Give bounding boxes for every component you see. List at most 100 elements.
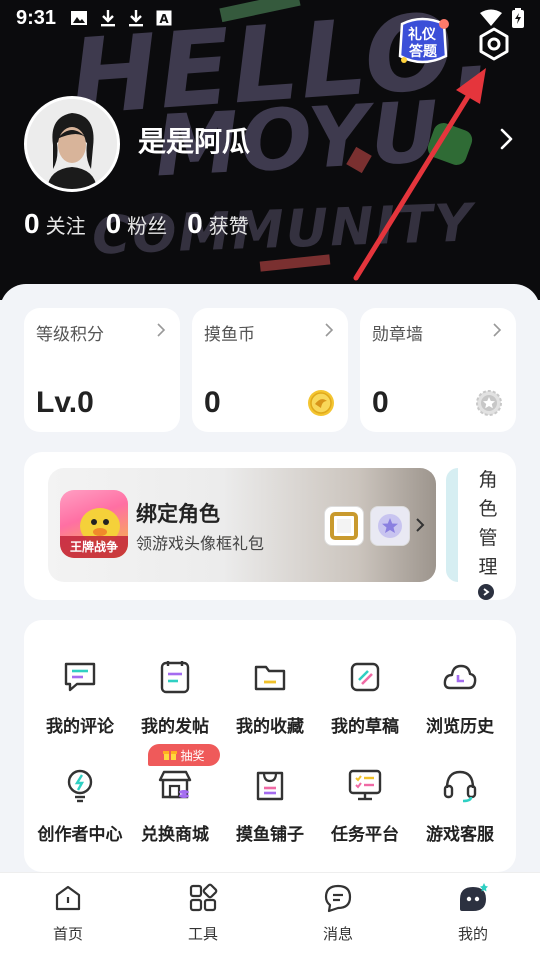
chevron-right-icon[interactable]: [494, 124, 518, 154]
tab-label: 工具: [187, 925, 218, 943]
stat-label: 粉丝: [127, 214, 168, 238]
my-comments-button[interactable]: 我的评论: [32, 658, 128, 737]
grid-item-label: 我的收藏: [236, 717, 304, 737]
tab-home[interactable]: 首页: [28, 883, 108, 944]
exchange-store-button[interactable]: 兑换商城: [127, 766, 223, 845]
role-management-char: 管: [478, 527, 498, 549]
stat-likes[interactable]: 0 获赞: [187, 208, 249, 240]
role-management-link[interactable]: 角 色 管 理: [476, 466, 500, 582]
home-icon: [55, 885, 81, 911]
card-value: 0: [372, 386, 389, 419]
tab-label: 首页: [52, 925, 83, 943]
settings-button[interactable]: [474, 24, 514, 64]
tools-grid-icon: [189, 883, 218, 912]
svg-text:A: A: [159, 12, 169, 26]
my-favorites-button[interactable]: 我的收藏: [222, 658, 318, 737]
lottery-badge: 抽奖: [148, 744, 220, 766]
bottom-tab-bar: 首页 工具 消息 我的: [0, 872, 540, 960]
svg-text:答题: 答题: [409, 43, 438, 60]
bind-role-card: 王牌战争 绑定角色 领游戏头像框礼包 角 色 管 理: [24, 452, 516, 600]
avatar[interactable]: [24, 96, 120, 192]
medal-wall-card[interactable]: 勋章墙 0: [360, 308, 516, 432]
tab-label: 我的: [457, 925, 488, 943]
grid-item-label: 兑换商城: [141, 825, 209, 845]
card-title: 等级积分: [36, 325, 104, 345]
my-posts-button[interactable]: 我的发帖: [127, 658, 223, 737]
draft-icon: [350, 662, 380, 692]
grid-item-label: 任务平台: [331, 825, 399, 845]
download-icon: [129, 10, 144, 27]
my-drafts-button[interactable]: 我的草稿: [317, 658, 413, 737]
chevron-right-icon: [493, 323, 502, 337]
stat-count: 0: [24, 208, 40, 239]
card-value: Lv.0: [36, 386, 94, 419]
status-time: 9:31: [16, 6, 57, 29]
headset-icon: [443, 770, 477, 803]
stat-label: 获赞: [208, 214, 249, 238]
tab-messages[interactable]: 消息: [298, 883, 378, 944]
card-value: 0: [204, 386, 221, 419]
bind-role-title: 绑定角色: [136, 502, 220, 526]
history-cloud-icon: [443, 664, 477, 690]
tab-label: 消息: [322, 925, 353, 943]
card-title: 摸鱼币: [204, 325, 255, 345]
coin-icon: [308, 390, 334, 416]
folder-icon: [254, 665, 286, 691]
image-icon: [71, 11, 88, 25]
gift-icon: [163, 751, 178, 760]
task-monitor-icon: [348, 769, 382, 801]
moyu-coin-card[interactable]: 摸鱼币 0: [192, 308, 348, 432]
svg-text:礼仪: 礼仪: [408, 26, 437, 43]
comment-icon: [64, 662, 96, 692]
message-icon: [324, 884, 352, 913]
grid-item-label: 浏览历史: [426, 717, 494, 737]
moyu-shop-button[interactable]: 摸鱼铺子: [222, 766, 318, 845]
store-icon: [158, 770, 192, 799]
grid-item-label: 摸鱼铺子: [236, 825, 304, 845]
card-title: 勋章墙: [372, 325, 423, 345]
role-management-char: 色: [478, 498, 498, 520]
svg-text:王牌战争: 王牌战争: [70, 539, 118, 554]
bind-role-banner[interactable]: 王牌战争 绑定角色 领游戏头像框礼包: [48, 468, 436, 582]
stat-following[interactable]: 0 关注: [24, 208, 86, 240]
stat-count: 0: [105, 208, 122, 239]
game-icon: 王牌战争: [60, 490, 128, 558]
role-management-arrow[interactable]: [478, 584, 494, 600]
lottery-label: 抽奖: [180, 748, 205, 763]
stat-followers[interactable]: 0 粉丝: [106, 208, 168, 240]
grid-item-label: 我的评论: [46, 717, 114, 737]
stat-label: 关注: [45, 214, 86, 238]
browse-history-button[interactable]: 浏览历史: [412, 658, 508, 737]
star-badge-icon: [378, 514, 402, 538]
keyboard-a-icon: A: [156, 10, 172, 26]
avatar-frame-preview: [324, 506, 364, 546]
chevron-right-icon: [483, 588, 490, 596]
tab-tools[interactable]: 工具: [163, 883, 243, 944]
username[interactable]: 是是阿瓜: [138, 120, 250, 160]
frame-icon: [330, 512, 358, 540]
hexagon-settings-icon: [479, 27, 509, 61]
next-banner-peek: [446, 468, 458, 582]
medal-icon: [476, 390, 502, 416]
grid-item-label: 创作者中心: [37, 825, 123, 845]
role-management-char: 理: [478, 556, 498, 578]
shopping-bag-icon: [256, 771, 284, 801]
profile-stats: 0 关注 0 粉丝 0 获赞: [24, 208, 249, 240]
grid-item-label: 我的草稿: [331, 717, 399, 737]
chevron-right-icon: [157, 323, 166, 337]
creator-center-button[interactable]: 创作者中心: [32, 766, 128, 845]
game-support-button[interactable]: 游戏客服: [412, 766, 508, 845]
avatar-image: [27, 99, 117, 189]
avatar-frame-preview: [370, 506, 410, 546]
chevron-right-icon: [416, 518, 425, 532]
game-art: 王牌战争: [60, 508, 128, 558]
post-icon: [160, 661, 190, 694]
etiquette-quiz-badge[interactable]: 礼仪 答题: [394, 16, 450, 68]
grid-item-label: 我的发帖: [141, 717, 209, 737]
task-platform-button[interactable]: 任务平台: [317, 766, 413, 845]
quiz-badge-icon: 礼仪 答题: [398, 17, 449, 64]
role-management-char: 角: [478, 469, 498, 491]
level-points-card[interactable]: 等级积分 Lv.0: [24, 308, 180, 432]
profile-bot-icon: [460, 883, 488, 911]
tab-me[interactable]: 我的: [433, 883, 513, 944]
